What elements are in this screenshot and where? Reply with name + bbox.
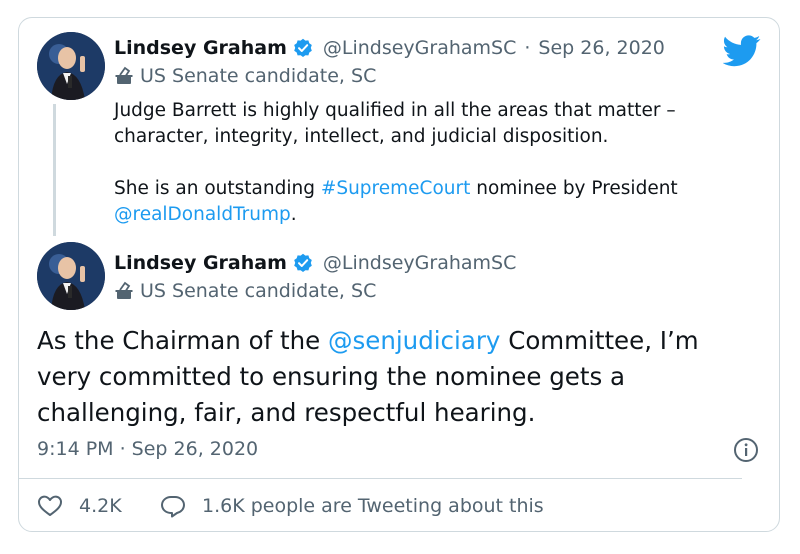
verified-badge-icon: [293, 253, 313, 273]
tweet-text-line: As the Chairman of the @senjudiciary Com…: [37, 323, 777, 359]
parent-tweet-header: Lindsey Graham @LindseyGrahamSC · Sep 26…: [114, 37, 665, 59]
header-separator: ·: [524, 37, 531, 59]
author-handle[interactable]: @LindseyGrahamSC: [323, 252, 517, 274]
tweet-timestamp[interactable]: 9:14 PM · Sep 26, 2020: [37, 438, 258, 460]
avatar-photo: [37, 242, 105, 310]
like-action[interactable]: 4.2K: [37, 494, 122, 518]
thread-connector-line: [53, 104, 56, 236]
text-fragment: As the Chairman of the: [37, 326, 328, 355]
main-tweet-header: Lindsey Graham @LindseyGrahamSC: [114, 252, 516, 274]
ballot-box-icon: [114, 281, 134, 301]
tweet-date[interactable]: Sep 26, 2020: [538, 37, 664, 59]
ballot-box-icon: [114, 66, 134, 86]
main-affiliation-row: US Senate candidate, SC: [114, 280, 376, 302]
author-avatar[interactable]: [37, 242, 105, 310]
author-name[interactable]: Lindsey Graham: [114, 37, 287, 59]
mention-link[interactable]: @realDonaldTrump: [114, 204, 291, 225]
mention-link[interactable]: @senjudiciary: [328, 326, 500, 355]
tweet-text-line: character, integrity, intellect, and jud…: [114, 126, 609, 147]
speech-bubble-icon: [160, 494, 186, 518]
conversation-label: 1.6K people are Tweeting about this: [202, 495, 544, 517]
tweet-text-line: @realDonaldTrump.: [114, 202, 774, 228]
author-handle[interactable]: @LindseyGrahamSC: [323, 37, 517, 59]
text-fragment: .: [290, 204, 297, 225]
divider: [18, 478, 742, 479]
twitter-bird-icon[interactable]: [722, 35, 761, 67]
author-name[interactable]: Lindsey Graham: [114, 252, 287, 274]
tweet-text-line: She is an outstanding #SupremeCourt nomi…: [114, 176, 774, 202]
parent-affiliation-row: US Senate candidate, SC: [114, 65, 376, 87]
conversation-action[interactable]: 1.6K people are Tweeting about this: [160, 494, 544, 518]
parent-tweet-text: Judge Barrett is highly qualified in all…: [114, 98, 774, 228]
info-icon[interactable]: [733, 437, 759, 463]
text-fragment: Committee, I’m: [500, 326, 699, 355]
hashtag-link[interactable]: #SupremeCourt: [321, 178, 471, 199]
main-tweet-text: As the Chairman of the @senjudiciary Com…: [37, 323, 777, 431]
avatar-photo: [37, 32, 105, 100]
author-avatar[interactable]: [37, 32, 105, 100]
tweet-text-line: Judge Barrett is highly qualified in all…: [114, 100, 676, 121]
heart-icon: [37, 494, 63, 518]
text-fragment: She is an outstanding: [114, 178, 321, 199]
affiliation-label: US Senate candidate, SC: [140, 65, 377, 87]
verified-badge-icon: [293, 38, 313, 58]
affiliation-label: US Senate candidate, SC: [140, 280, 377, 302]
tweet-text-line: challenging, fair, and respectful hearin…: [37, 398, 536, 427]
tweet-text-line: very committed to ensuring the nominee g…: [37, 362, 626, 391]
text-fragment: nominee by President: [470, 178, 678, 199]
like-count: 4.2K: [79, 495, 122, 517]
